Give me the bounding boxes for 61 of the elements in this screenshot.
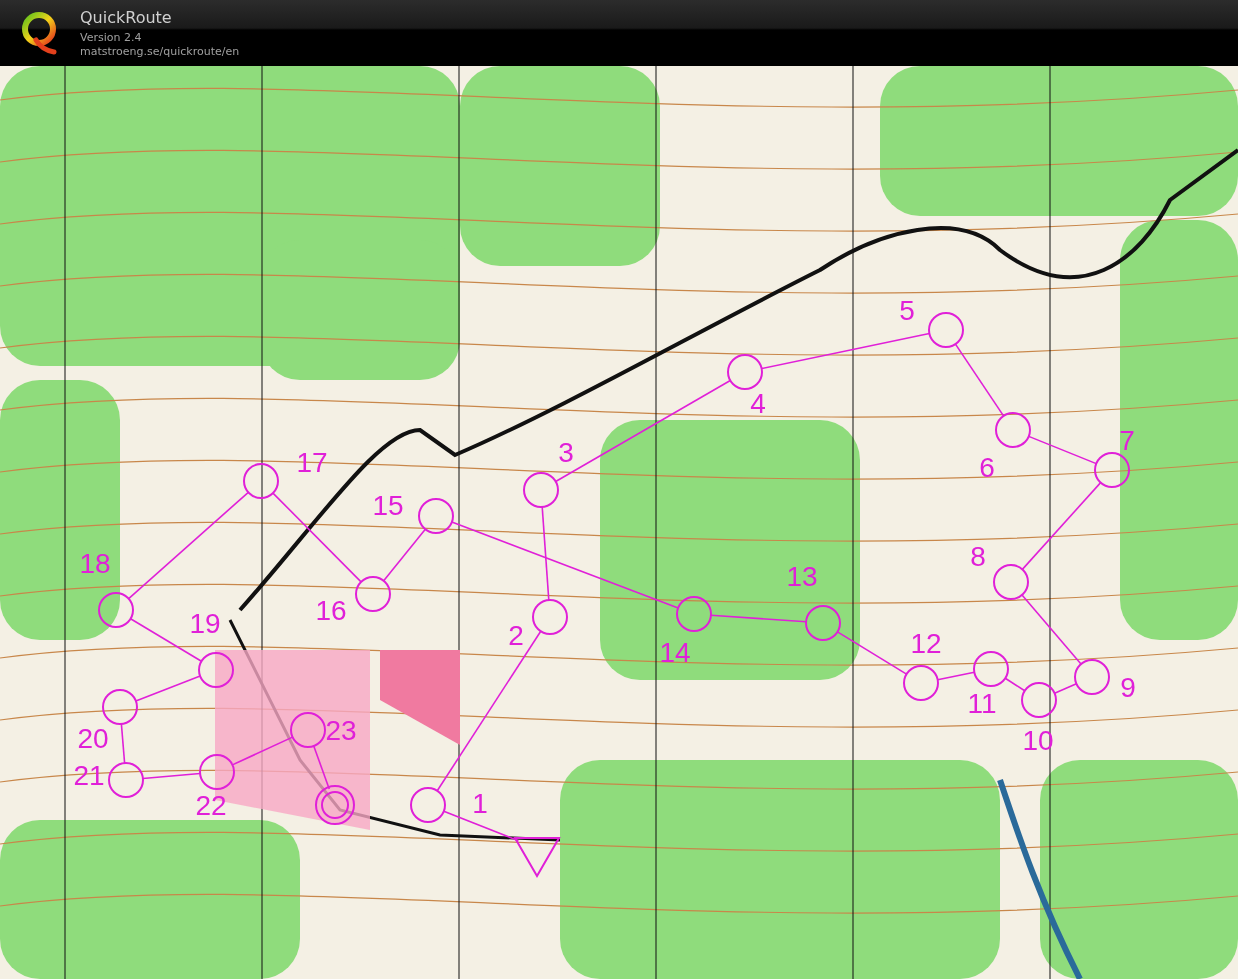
control-circle — [290, 712, 326, 748]
control-circle — [676, 596, 712, 632]
control-number: 4 — [750, 388, 766, 419]
app-title: QuickRoute — [80, 7, 173, 28]
course-leg — [836, 631, 908, 675]
control-number: 10 — [1022, 725, 1054, 756]
control-number: 11 — [967, 688, 997, 719]
course-leg — [120, 723, 126, 764]
control-circle — [1021, 682, 1057, 718]
control-number: 18 — [79, 548, 111, 579]
control-circle — [973, 651, 1009, 687]
control-circle — [532, 599, 568, 635]
control-circle — [199, 754, 235, 790]
course-leg — [231, 736, 294, 766]
control-circle — [903, 665, 939, 701]
course-leg — [1053, 682, 1078, 695]
control-number: 16 — [315, 595, 347, 626]
control-circle — [418, 498, 454, 534]
control-circle — [993, 564, 1029, 600]
website-link[interactable]: matstroeng.se/quickroute/en — [80, 44, 240, 59]
control-number: 7 — [1119, 425, 1135, 456]
finish-circle — [315, 785, 355, 825]
course-leg — [1004, 677, 1026, 692]
control-number: 5 — [899, 295, 915, 326]
control-number: 19 — [189, 608, 221, 639]
control-number: 3 — [558, 437, 574, 468]
control-circle — [523, 472, 559, 508]
control-circle — [805, 605, 841, 641]
control-number: 6 — [979, 452, 995, 483]
control-circle — [995, 412, 1031, 448]
control-circle — [108, 762, 144, 798]
control-number: 9 — [1120, 672, 1136, 703]
course-leg — [135, 675, 201, 702]
control-circle — [98, 592, 134, 628]
version-text: Version 2.4 — [80, 30, 143, 45]
control-number: 20 — [77, 723, 109, 754]
control-circle — [198, 652, 234, 688]
course-leg — [1027, 435, 1098, 465]
start-triangle — [513, 837, 561, 878]
control-circle — [928, 312, 964, 348]
control-number: 23 — [325, 715, 357, 746]
control-circle — [410, 787, 446, 823]
control-number: 15 — [372, 490, 404, 521]
course-leg — [312, 745, 331, 790]
control-number: 8 — [970, 541, 986, 572]
control-circle — [1094, 452, 1130, 488]
course-leg — [382, 528, 427, 582]
control-number: 22 — [195, 790, 227, 821]
course-leg — [936, 671, 976, 681]
control-number: 1 — [472, 788, 488, 819]
control-circle — [243, 463, 279, 499]
control-circle — [727, 354, 763, 390]
control-circle — [102, 689, 138, 725]
control-number: 2 — [508, 620, 524, 651]
control-circle — [355, 576, 391, 612]
course-leg — [1021, 594, 1082, 665]
control-number: 12 — [910, 628, 942, 659]
control-circle — [1074, 659, 1110, 695]
course-leg — [142, 772, 201, 780]
control-number: 14 — [659, 637, 691, 668]
control-number: 13 — [786, 561, 818, 592]
